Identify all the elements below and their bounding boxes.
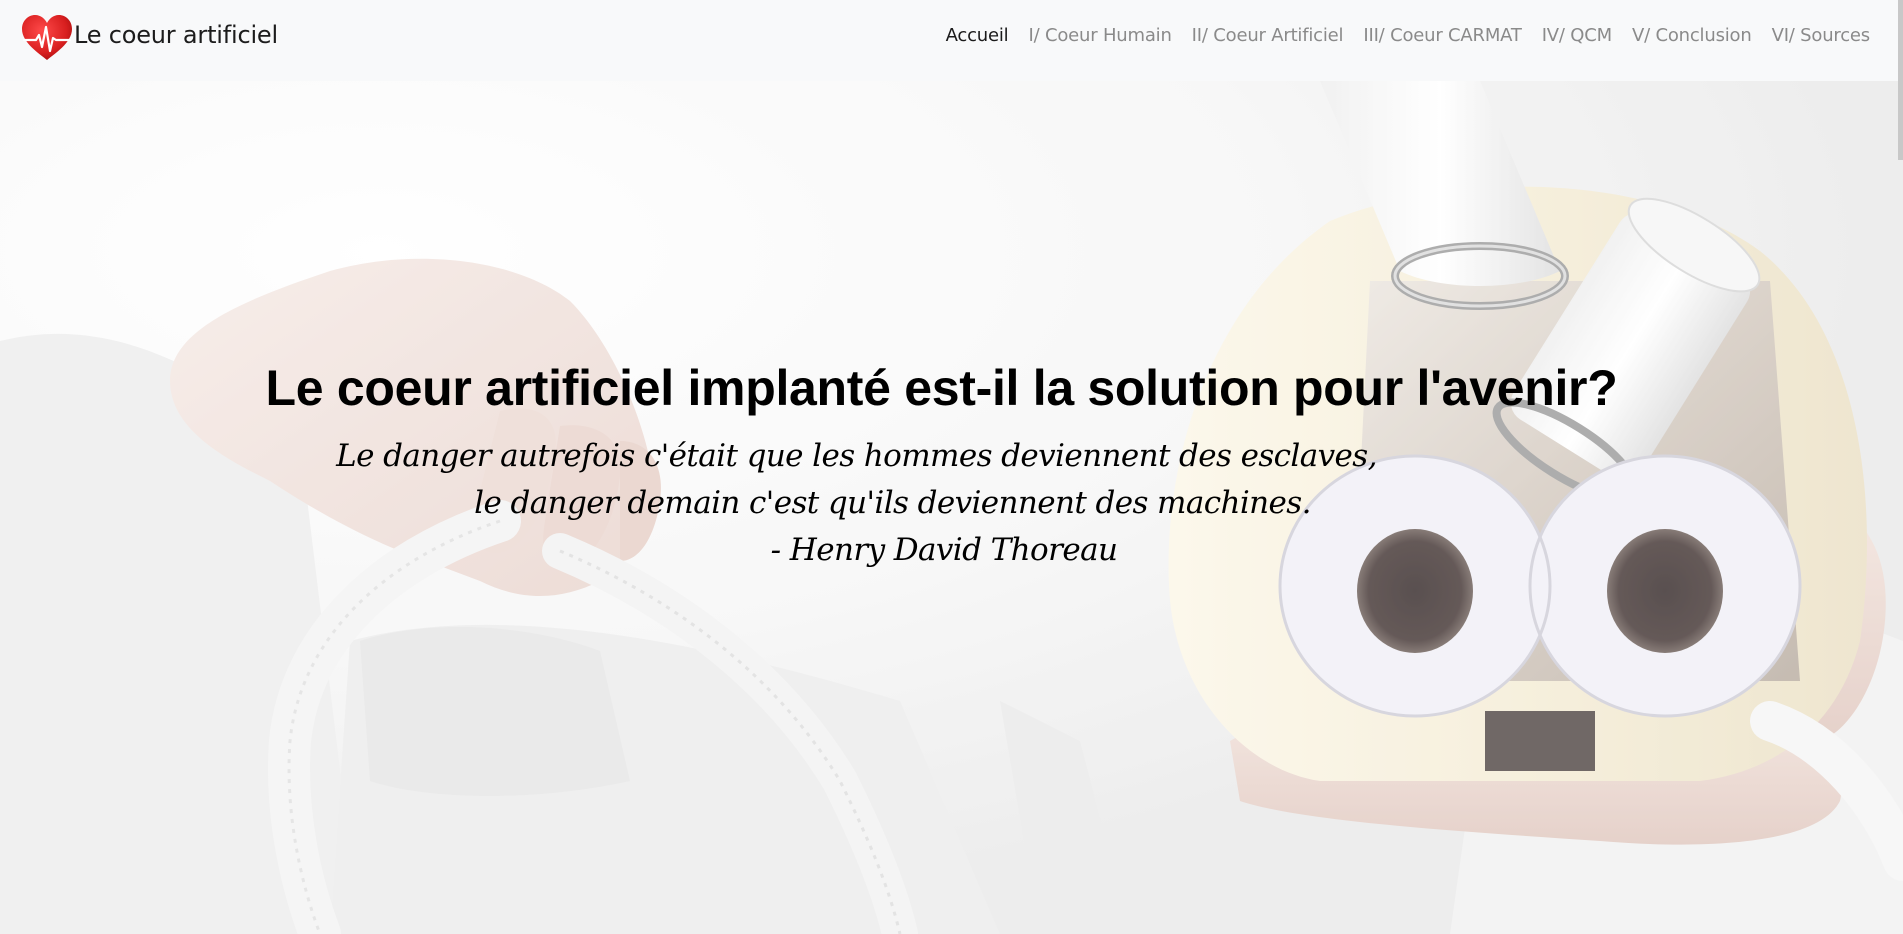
hero-quote: Le danger autrefois c'était que les homm… <box>0 433 1903 574</box>
nav-item-coeur-carmat[interactable]: III/ Coeur CARMAT <box>1363 25 1522 46</box>
page: Le coeur artificiel Accueil I/ Coeur Hum… <box>0 0 1903 934</box>
scrollbar-thumb[interactable] <box>1898 0 1903 160</box>
heartbeat-heart-icon <box>22 15 72 60</box>
hero-title: Le coeur artificiel implanté est-il la s… <box>265 360 1618 416</box>
main-nav: Accueil I/ Coeur Humain II/ Coeur Artifi… <box>926 25 1871 46</box>
quote-line-2: le danger demain c'est qu'ils deviennent… <box>474 485 1311 521</box>
nav-item-conclusion[interactable]: V/ Conclusion <box>1632 25 1752 46</box>
nav-item-sources[interactable]: VI/ Sources <box>1772 25 1871 46</box>
nav-item-qcm[interactable]: IV/ QCM <box>1542 25 1612 46</box>
quote-line-1: Le danger autrefois c'était que les homm… <box>336 438 1377 474</box>
navbar: Le coeur artificiel Accueil I/ Coeur Hum… <box>0 0 1903 81</box>
hero-section: Le coeur artificiel implanté est-il la s… <box>0 81 1903 934</box>
brand-link[interactable]: Le coeur artificiel <box>20 13 278 63</box>
quote-author: - Henry David Thoreau <box>770 532 1118 568</box>
nav-item-accueil[interactable]: Accueil <box>946 25 1009 46</box>
brand-title: Le coeur artificiel <box>74 21 278 49</box>
nav-item-coeur-humain[interactable]: I/ Coeur Humain <box>1028 25 1171 46</box>
nav-item-coeur-artificiel[interactable]: II/ Coeur Artificiel <box>1192 25 1344 46</box>
